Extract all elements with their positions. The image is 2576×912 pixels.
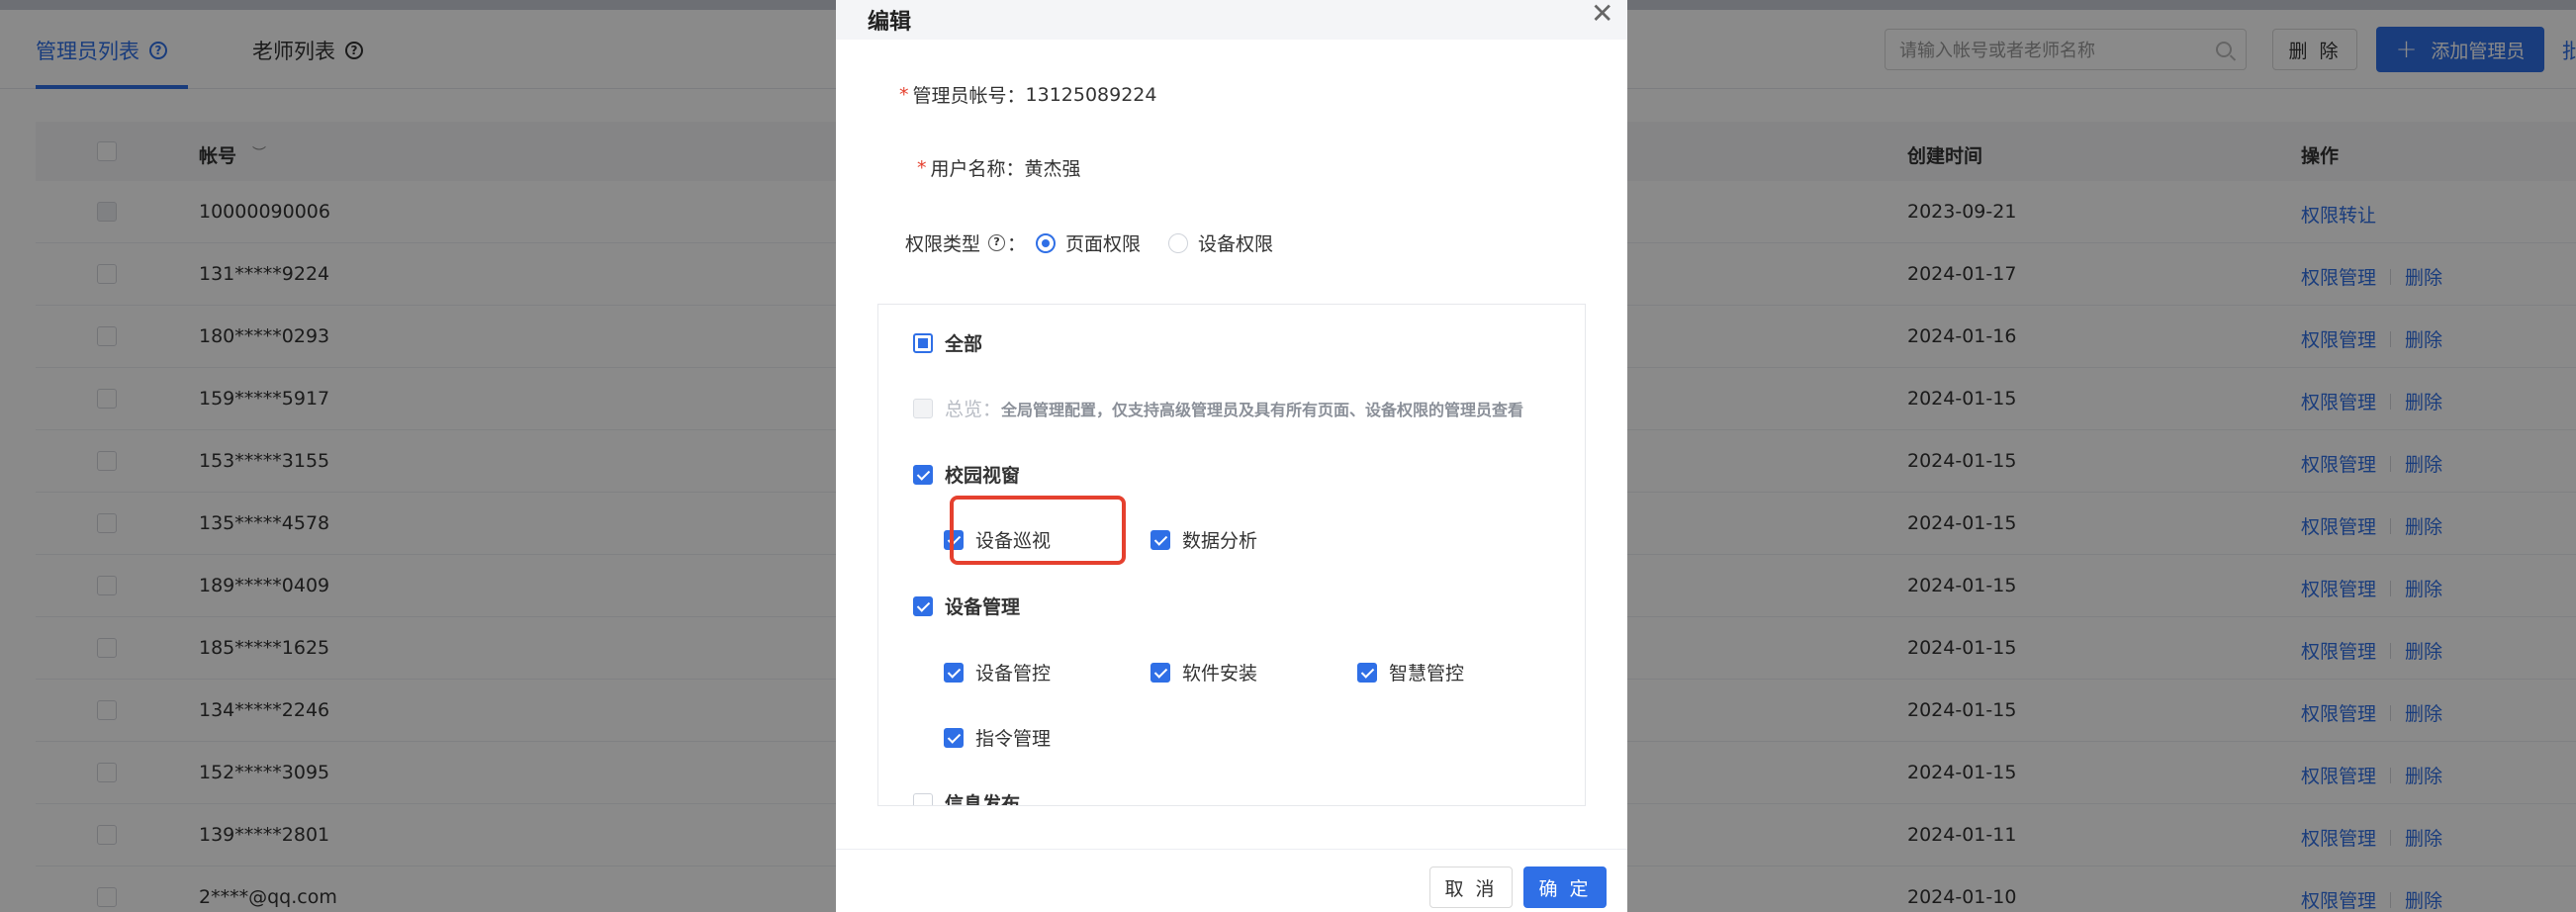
perm-device-control[interactable]: 设备管控 [944,659,1051,685]
cancel-button[interactable]: 取 消 [1429,866,1513,908]
perm-software-install[interactable]: 软件安装 [1150,659,1257,685]
perm-smart-control[interactable]: 智慧管控 [1357,659,1464,685]
modal-header: 编辑 ✕ [836,0,1627,40]
radio-page-perm-label[interactable]: 页面权限 [1065,229,1141,256]
radio-page-perm[interactable] [1036,232,1057,253]
edit-modal: 编辑 ✕ * 管理员帐号： 13125089224 * 用户名称： 黄杰强 权限… [836,0,1627,912]
required-mark: * [899,83,909,106]
checkbox-checked-icon[interactable] [1150,662,1170,683]
perm-overview-label: 总览： [945,399,1002,420]
perm-overview-desc: 全局管理配置，仅支持高级管理员及具有所有页面、设备权限的管理员查看 [1001,400,1524,419]
radio-device-perm-label[interactable]: 设备权限 [1198,229,1273,256]
highlight-annotation [950,496,1126,565]
confirm-button[interactable]: 确 定 [1523,866,1607,908]
account-label: 管理员帐号： [912,85,1026,107]
checkbox-checked-icon[interactable] [1357,662,1377,683]
perm-type-colon: ： [1007,233,1027,255]
checkbox-unchecked-icon[interactable] [913,792,933,805]
perm-overview: 总览： 全局管理配置，仅支持高级管理员及具有所有页面、设备权限的管理员查看 [913,395,1523,421]
perm-campus[interactable]: 校园视窗 [913,461,1020,488]
checkbox-disabled-icon [913,398,933,418]
perm-smart-control-label: 智慧管控 [1389,663,1465,684]
perm-info-publish[interactable]: 信息发布 [913,789,1021,806]
perm-info-publish-label: 信息发布 [945,793,1021,806]
required-mark: * [917,156,927,179]
perm-all-label: 全部 [945,333,983,355]
modal-title: 编辑 [868,10,912,35]
checkbox-checked-icon[interactable] [1150,529,1170,550]
radio-device-perm[interactable] [1168,232,1189,253]
checkbox-checked-icon[interactable] [944,727,964,748]
perm-command-mgmt[interactable]: 指令管理 [944,724,1051,751]
checkbox-checked-icon[interactable] [913,595,933,616]
perm-all[interactable]: 全部 [913,329,982,356]
checkbox-checked-icon[interactable] [913,464,933,485]
perm-device-control-label: 设备管控 [975,663,1052,684]
checkbox-checked-icon[interactable] [944,662,964,683]
footer-divider [836,849,1627,850]
perm-data-analysis[interactable]: 数据分析 [1150,526,1257,553]
account-field: * 管理员帐号： 13125089224 [899,81,1157,108]
perm-command-mgmt-label: 指令管理 [975,728,1052,750]
perm-type-label: 权限类型 [905,233,981,255]
close-icon[interactable]: ✕ [1591,0,1613,28]
perm-software-install-label: 软件安装 [1182,663,1258,684]
username-field: * 用户名称： 黄杰强 [917,154,1081,181]
perm-device-mgmt[interactable]: 设备管理 [913,593,1020,619]
perm-campus-label: 校园视窗 [945,465,1021,487]
perm-data-analysis-label: 数据分析 [1182,530,1258,552]
perm-type-field: 权限类型 ? ： 页面权限 设备权限 [905,229,1273,256]
checkbox-indeterminate-icon[interactable] [913,332,933,353]
username-value: 黄杰强 [1024,158,1081,180]
help-icon[interactable]: ? [988,234,1006,251]
account-value: 13125089224 [1025,83,1157,106]
username-label: 用户名称： [930,158,1025,180]
perm-device-mgmt-label: 设备管理 [945,596,1021,618]
permission-tree: 全部 总览： 全局管理配置，仅支持高级管理员及具有所有页面、设备权限的管理员查看… [877,304,1586,806]
